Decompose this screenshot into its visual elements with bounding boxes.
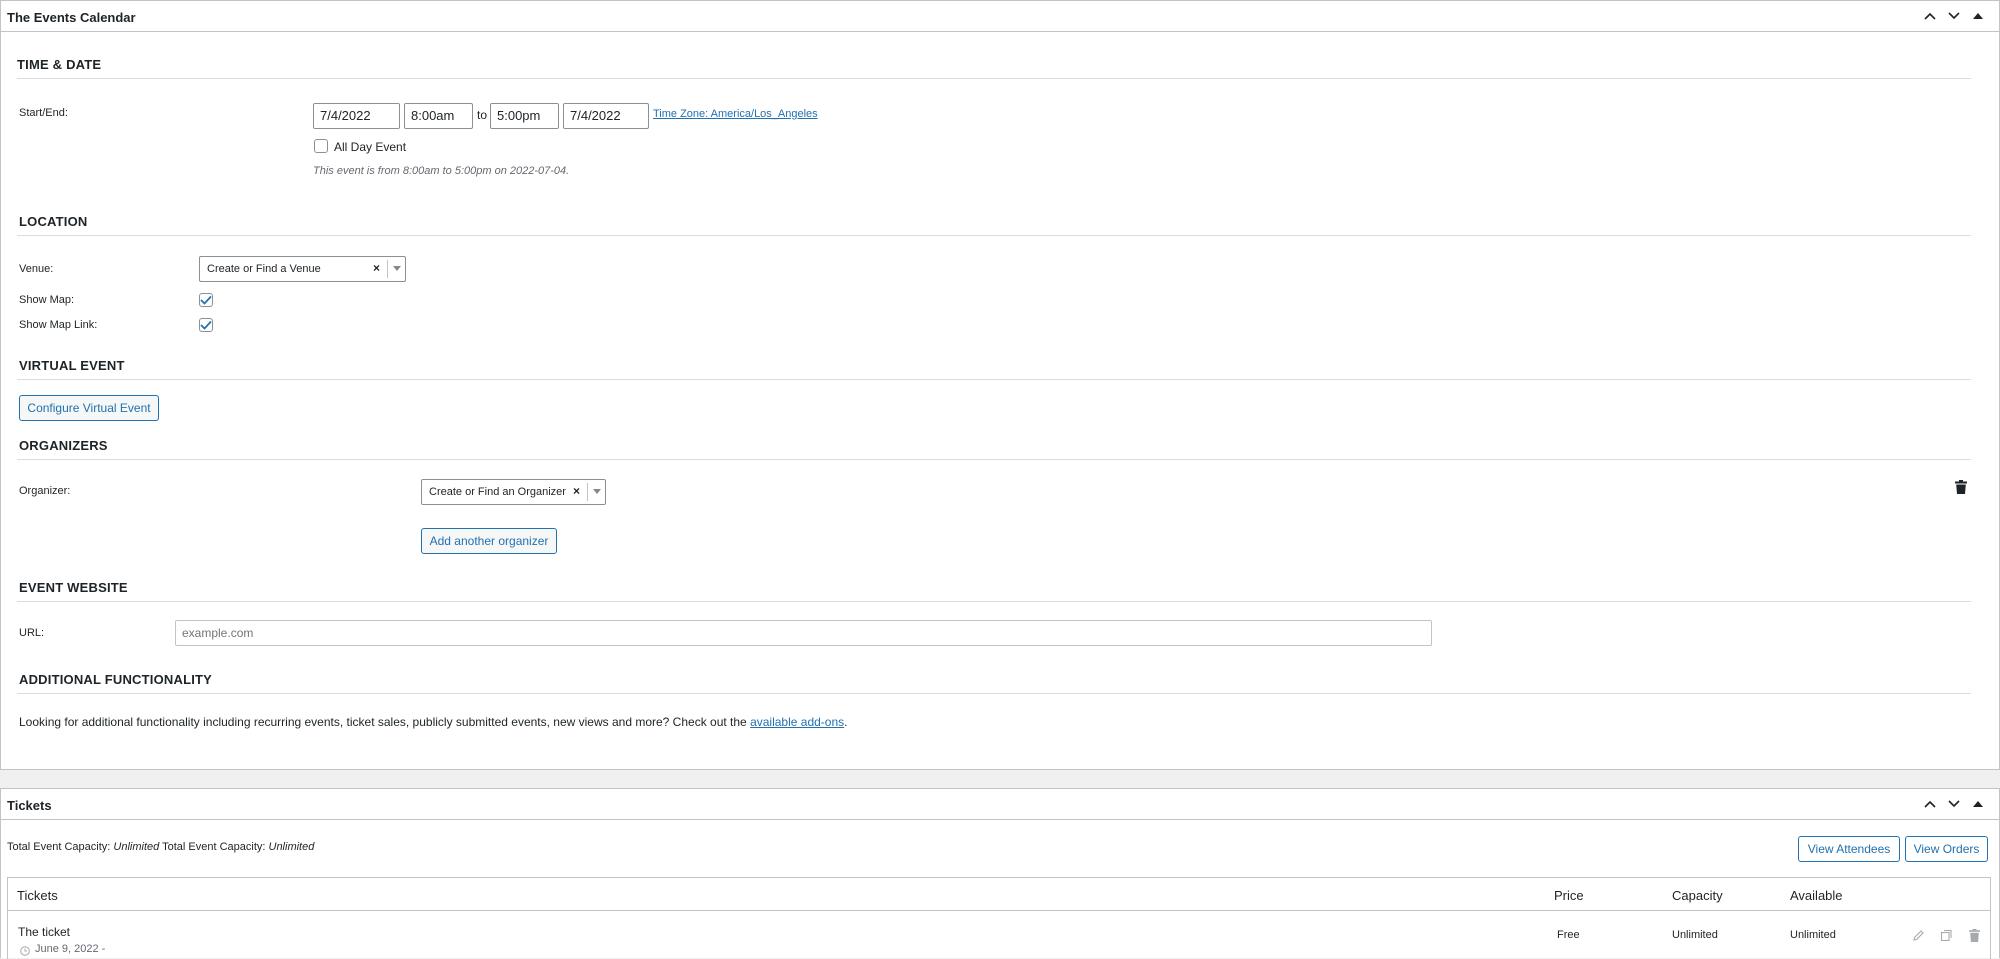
box-controls <box>1921 795 1987 813</box>
venue-select[interactable]: Create or Find a Venue × <box>199 256 406 282</box>
capacity-value: Unlimited <box>268 841 315 853</box>
clear-icon[interactable]: × <box>373 261 380 275</box>
organizer-select-value: Create or Find an Organizer <box>429 486 566 498</box>
ticket-price: Free <box>1557 929 1580 941</box>
divider <box>17 379 1971 380</box>
add-another-organizer-button[interactable]: Add another organizer <box>421 528 557 554</box>
divider <box>17 235 1971 236</box>
time-date-heading: TIME & DATE <box>17 57 102 72</box>
timezone-link[interactable]: Time Zone: America/Los_Angeles <box>653 108 818 120</box>
collapse-arrow-icon[interactable] <box>1969 7 1987 25</box>
checkmark-icon <box>200 320 212 330</box>
addons-text-end: . <box>844 715 848 729</box>
show-map-checkbox[interactable] <box>199 293 213 307</box>
addons-paragraph: Looking for additional functionality inc… <box>19 715 847 729</box>
ticket-capacity: Unlimited <box>1672 929 1718 941</box>
events-calendar-title: The Events Calendar <box>7 10 136 25</box>
all-day-label: All Day Event <box>334 140 407 154</box>
dropdown-arrow-icon[interactable] <box>393 266 401 271</box>
start-date-input[interactable]: 7/4/2022 <box>313 103 400 129</box>
trash-icon[interactable] <box>1955 480 1969 496</box>
column-header-tickets: Tickets <box>17 888 58 903</box>
ticket-name[interactable]: The ticket <box>18 925 70 939</box>
event-website-heading: EVENT WEBSITE <box>19 580 128 595</box>
chevron-up-icon[interactable] <box>1921 7 1939 25</box>
url-label: URL: <box>19 627 45 639</box>
divider <box>17 693 1971 694</box>
addons-text: Looking for additional functionality inc… <box>19 715 751 729</box>
configure-virtual-event-button[interactable]: Configure Virtual Event <box>19 395 159 421</box>
dropdown-arrow-icon[interactable] <box>593 489 601 494</box>
box-controls <box>1921 7 1987 25</box>
events-calendar-header: The Events Calendar <box>1 1 1999 32</box>
pencil-icon[interactable] <box>1910 927 1926 943</box>
select-divider <box>387 260 388 278</box>
collapse-arrow-icon[interactable] <box>1969 795 1987 813</box>
select-divider <box>587 483 588 501</box>
available-addons-link[interactable]: available add-ons <box>750 715 844 729</box>
organizer-select[interactable]: Create or Find an Organizer × <box>421 479 606 505</box>
organizers-heading: ORGANIZERS <box>19 438 108 453</box>
show-map-label: Show Map: <box>19 294 75 306</box>
additional-functionality-heading: ADDITIONAL FUNCTIONALITY <box>19 672 213 687</box>
show-map-link-label: Show Map Link: <box>19 319 98 331</box>
tickets-header: Tickets <box>1 789 1999 820</box>
virtual-event-heading: VIRTUAL EVENT <box>19 358 125 373</box>
tickets-title: Tickets <box>7 798 52 813</box>
total-capacity-text: Total Event Capacity: Unlimited Total Ev… <box>7 841 314 853</box>
venue-select-value: Create or Find a Venue <box>207 263 321 275</box>
ticket-available: Unlimited <box>1790 929 1836 941</box>
tickets-box: Tickets Total Event Capacity: Unlimited … <box>0 788 2000 959</box>
start-time-input[interactable]: 8:00am <box>404 103 473 129</box>
checkmark-icon <box>200 295 212 305</box>
chevron-up-icon[interactable] <box>1921 795 1939 813</box>
to-text: to <box>477 108 488 122</box>
event-summary-text: This event is from 8:00am to 5:00pm on 2… <box>313 165 570 177</box>
ticket-date: June 9, 2022 - <box>35 943 106 955</box>
venue-label: Venue: <box>19 263 54 275</box>
organizer-label: Organizer: <box>19 485 71 497</box>
clear-icon[interactable]: × <box>573 484 580 498</box>
capacity-label: Total Event Capacity: <box>7 841 114 853</box>
show-map-link-checkbox[interactable] <box>199 318 213 332</box>
divider <box>17 459 1971 460</box>
capacity-value: Unlimited <box>113 841 160 853</box>
trash-icon[interactable] <box>1966 927 1982 943</box>
chevron-down-icon[interactable] <box>1945 7 1963 25</box>
column-header-price: Price <box>1554 888 1584 903</box>
divider <box>8 910 1990 911</box>
location-heading: LOCATION <box>19 214 88 229</box>
capacity-label: Total Event Capacity: <box>159 841 269 853</box>
url-input[interactable] <box>175 620 1432 646</box>
view-attendees-button[interactable]: View Attendees <box>1798 836 1900 862</box>
end-time-input[interactable]: 5:00pm <box>490 103 559 129</box>
column-header-available: Available <box>1790 888 1843 903</box>
divider <box>17 78 1971 79</box>
all-day-checkbox[interactable] <box>314 139 328 153</box>
clock-icon <box>20 944 30 956</box>
start-end-label: Start/End: <box>19 107 68 119</box>
end-date-input[interactable]: 7/4/2022 <box>563 103 649 129</box>
chevron-down-icon[interactable] <box>1945 795 1963 813</box>
events-calendar-box: The Events Calendar TIME & DATE Start/En… <box>0 0 2000 770</box>
tickets-table: Tickets Price Capacity Available The tic… <box>7 877 1991 959</box>
column-header-capacity: Capacity <box>1672 888 1723 903</box>
divider <box>17 601 1971 602</box>
view-orders-button[interactable]: View Orders <box>1905 836 1988 862</box>
duplicate-icon[interactable] <box>1938 927 1954 943</box>
